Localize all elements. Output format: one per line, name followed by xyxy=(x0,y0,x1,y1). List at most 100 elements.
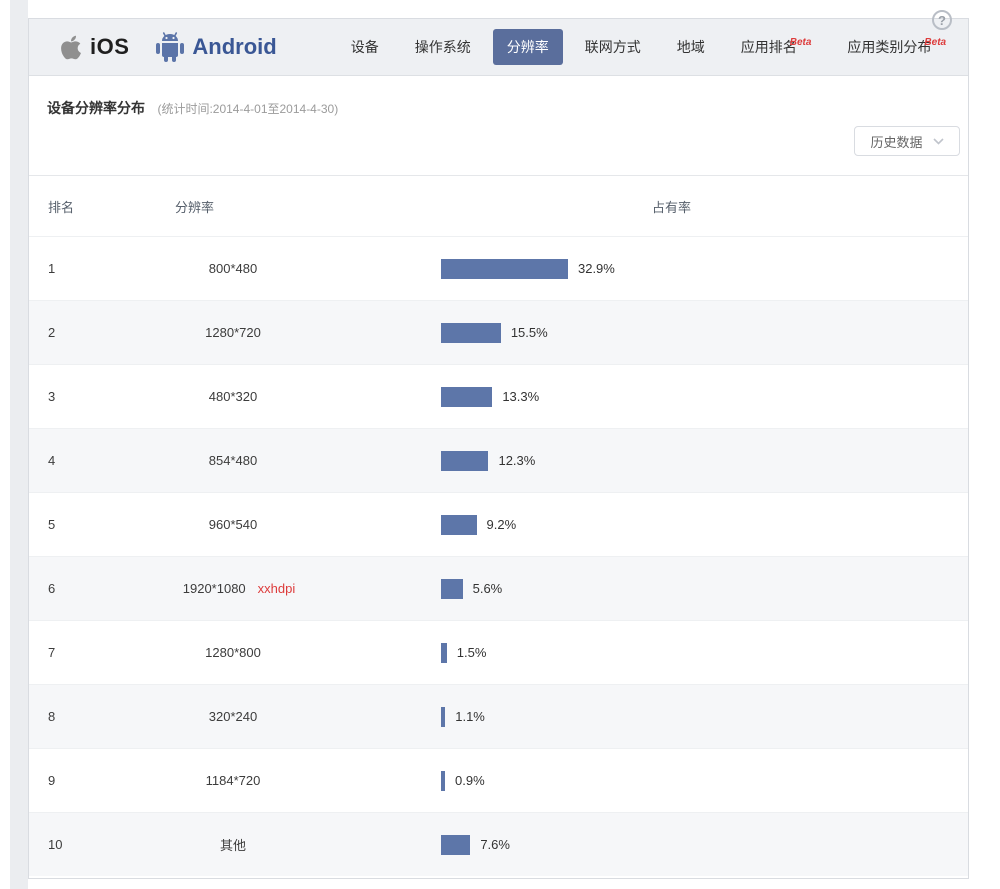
beta-badge: Beta xyxy=(924,37,946,48)
tab-network[interactable]: 联网方式 xyxy=(571,29,655,65)
share-cell: 7.6% xyxy=(359,835,968,855)
resolution-value: 320*240 xyxy=(209,709,257,724)
resolution-cell: 854*480 xyxy=(119,453,359,468)
resolution-value: 480*320 xyxy=(209,389,257,404)
share-bar xyxy=(441,579,463,599)
resolution-note: xxhdpi xyxy=(258,581,296,596)
resolution-value: 854*480 xyxy=(209,453,257,468)
table-row: 10 其他 7.6% xyxy=(29,812,968,876)
share-percent: 1.5% xyxy=(457,645,487,660)
header-rank: 排名 xyxy=(29,197,119,216)
table-header: 排名 分辨率 占有率 xyxy=(29,176,968,236)
history-data-value: 历史数据 xyxy=(870,132,922,151)
beta-badge: Beta xyxy=(790,37,812,48)
chevron-down-icon xyxy=(933,138,944,145)
help-icon[interactable]: ? xyxy=(932,10,952,30)
share-bar xyxy=(441,259,568,279)
panel-period: (统计时间:2014-4-01至2014-4-30) xyxy=(157,102,338,116)
tab-region[interactable]: 地域 xyxy=(663,29,719,65)
resolution-cell: 1184*720 xyxy=(119,773,359,788)
share-bar xyxy=(441,515,477,535)
header-share: 占有率 xyxy=(359,197,968,216)
tab-os[interactable]: 操作系统 xyxy=(401,29,485,65)
tab-app-category[interactable]: 应用类别分布Beta xyxy=(833,29,960,65)
resolution-value: 1280*720 xyxy=(205,325,261,340)
platform-android[interactable]: Android xyxy=(155,31,276,63)
resolution-value: 1280*800 xyxy=(205,645,261,660)
rank-cell: 2 xyxy=(29,325,119,340)
share-percent: 32.9% xyxy=(578,261,615,276)
table-body: 1 800*480 32.9% 2 1280*720 15.5% 3 480 xyxy=(29,236,968,876)
android-label: Android xyxy=(192,34,276,60)
top-nav: iOS xyxy=(29,19,968,76)
share-bar xyxy=(441,451,488,471)
share-bar xyxy=(441,835,470,855)
tab-app-ranking-label: 应用排名 xyxy=(741,39,797,55)
tab-app-ranking[interactable]: 应用排名Beta xyxy=(727,29,826,65)
share-cell: 5.6% xyxy=(359,579,968,599)
share-cell: 15.5% xyxy=(359,323,968,343)
table-row: 1 800*480 32.9% xyxy=(29,236,968,300)
resolution-cell: 960*540 xyxy=(119,517,359,532)
rank-cell: 1 xyxy=(29,261,119,276)
tab-device[interactable]: 设备 xyxy=(337,29,393,65)
share-bar xyxy=(441,387,492,407)
resolution-cell: 1920*1080 xxhdpi xyxy=(119,581,359,596)
share-cell: 1.5% xyxy=(359,643,968,663)
page-left-gutter xyxy=(10,0,28,889)
tab-app-category-label: 应用类别分布 xyxy=(847,39,931,55)
header-resolution: 分辨率 xyxy=(119,197,359,216)
table-row: 5 960*540 9.2% xyxy=(29,492,968,556)
rank-cell: 7 xyxy=(29,645,119,660)
tab-resolution[interactable]: 分辨率 xyxy=(493,29,563,65)
rank-cell: 9 xyxy=(29,773,119,788)
share-percent: 12.3% xyxy=(498,453,535,468)
share-bar xyxy=(441,323,501,343)
rank-cell: 6 xyxy=(29,581,119,596)
rank-cell: 4 xyxy=(29,453,119,468)
nav-tabs: 设备 操作系统 分辨率 联网方式 地域 应用排名Beta 应用类别分布Beta xyxy=(333,29,964,65)
share-percent: 5.6% xyxy=(473,581,503,596)
share-percent: 13.3% xyxy=(502,389,539,404)
platform-ios[interactable]: iOS xyxy=(59,34,129,61)
resolution-value: 960*540 xyxy=(209,517,257,532)
page: iOS xyxy=(0,0,1000,889)
table-row: 6 1920*1080 xxhdpi 5.6% xyxy=(29,556,968,620)
rank-cell: 8 xyxy=(29,709,119,724)
table-row: 7 1280*800 1.5% xyxy=(29,620,968,684)
resolution-value: 1920*1080 xyxy=(183,581,246,596)
analytics-card: iOS xyxy=(28,18,969,879)
resolution-cell: 1280*800 xyxy=(119,645,359,660)
table-row: 2 1280*720 15.5% xyxy=(29,300,968,364)
history-data-select[interactable]: 历史数据 xyxy=(854,126,960,156)
resolution-cell: 1280*720 xyxy=(119,325,359,340)
resolution-value: 1184*720 xyxy=(206,773,261,788)
apple-icon xyxy=(59,34,83,61)
share-cell: 0.9% xyxy=(359,771,968,791)
share-bar xyxy=(441,643,447,663)
resolution-cell: 800*480 xyxy=(119,261,359,276)
resolution-value: 其他 xyxy=(220,838,246,853)
rank-cell: 5 xyxy=(29,517,119,532)
panel-header: 设备分辨率分布 (统计时间:2014-4-01至2014-4-30) 历史数据 xyxy=(29,76,968,176)
table-row: 9 1184*720 0.9% xyxy=(29,748,968,812)
resolution-value: 800*480 xyxy=(209,261,257,276)
table-row: 8 320*240 1.1% xyxy=(29,684,968,748)
share-percent: 15.5% xyxy=(511,325,548,340)
share-cell: 13.3% xyxy=(359,387,968,407)
share-bar xyxy=(441,707,445,727)
share-bar xyxy=(441,771,445,791)
rank-cell: 10 xyxy=(29,837,119,852)
table-row: 4 854*480 12.3% xyxy=(29,428,968,492)
resolution-cell: 320*240 xyxy=(119,709,359,724)
panel-title: 设备分辨率分布 xyxy=(47,98,145,118)
share-cell: 1.1% xyxy=(359,707,968,727)
share-percent: 1.1% xyxy=(455,709,485,724)
share-percent: 7.6% xyxy=(480,837,510,852)
resolution-cell: 其他 xyxy=(119,835,359,854)
share-cell: 12.3% xyxy=(359,451,968,471)
share-cell: 9.2% xyxy=(359,515,968,535)
ios-label: iOS xyxy=(90,34,129,60)
android-icon xyxy=(155,31,185,63)
table-row: 3 480*320 13.3% xyxy=(29,364,968,428)
